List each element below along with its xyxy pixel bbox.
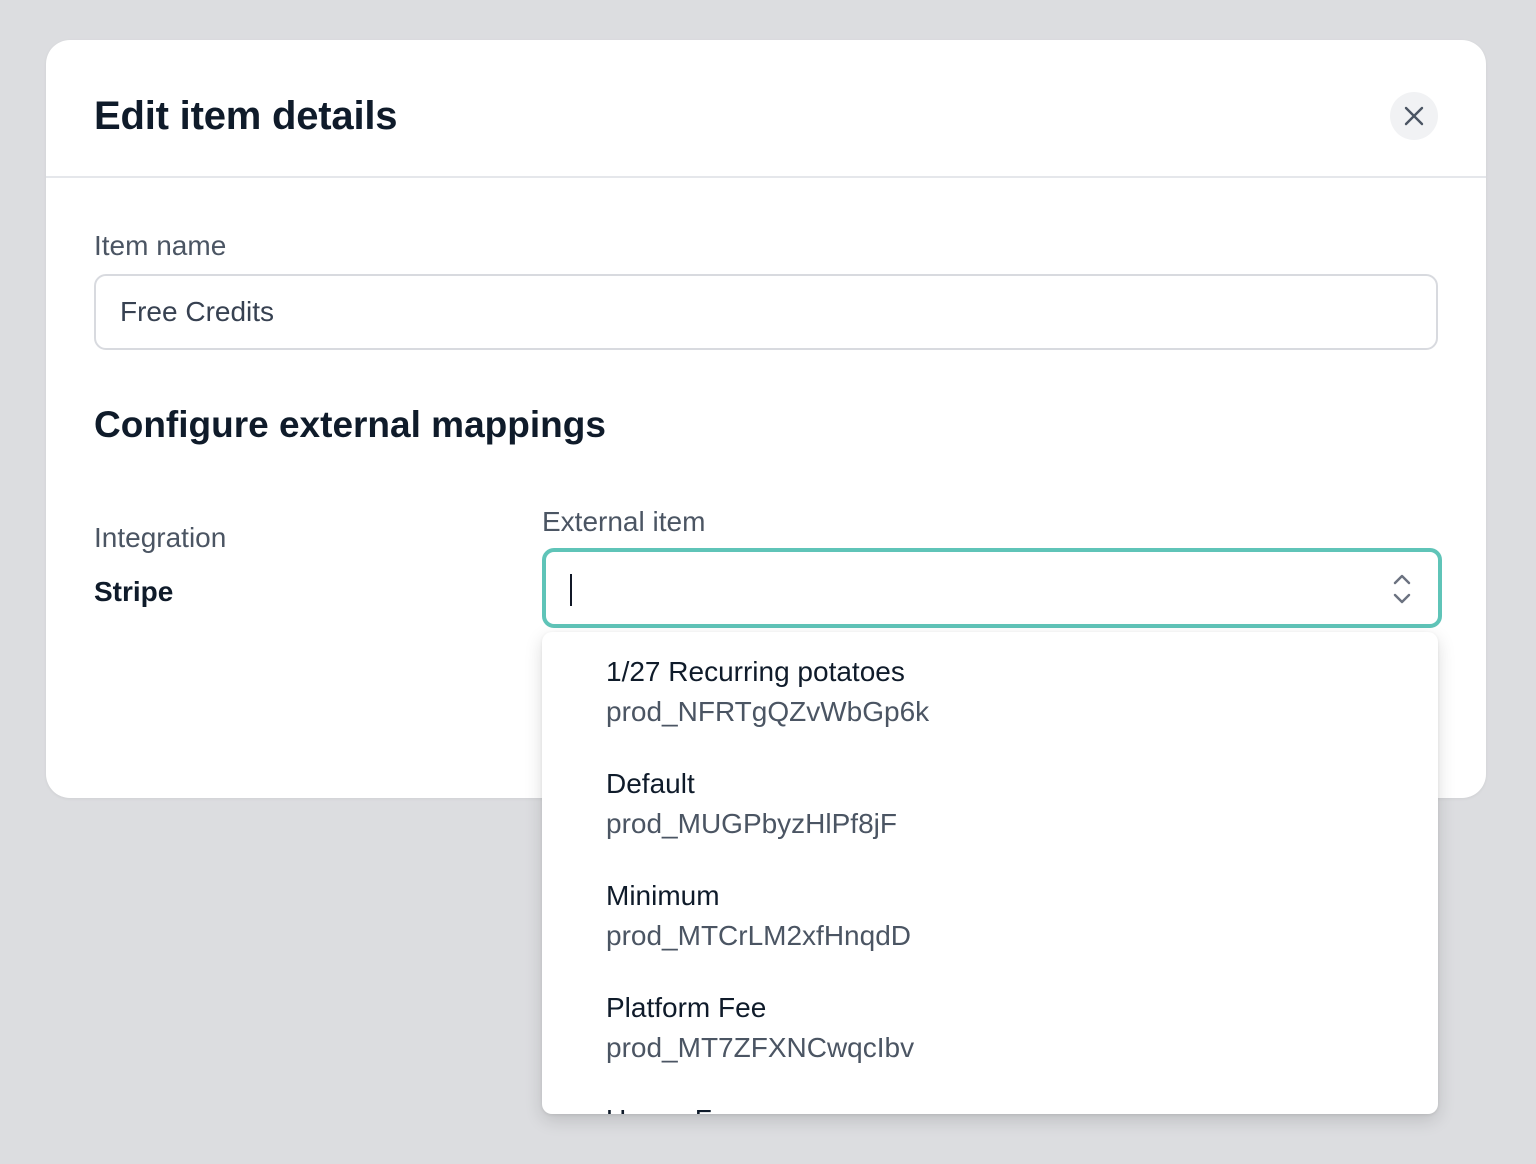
option-id: prod_MTCrLM2xfHnqdD bbox=[606, 920, 911, 951]
dropdown-option[interactable]: Default prod_MUGPbyzHlPf8jF bbox=[606, 754, 1406, 866]
option-id: prod_MT7ZFXNCwqcIbv bbox=[606, 1032, 915, 1063]
mappings-section-title: Configure external mappings bbox=[94, 404, 606, 445]
dropdown-option[interactable]: Platform Fee prod_MT7ZFXNCwqcIbv bbox=[606, 978, 1406, 1090]
option-name: Default bbox=[606, 768, 695, 799]
close-icon bbox=[1404, 106, 1424, 126]
external-item-combobox[interactable] bbox=[542, 548, 1442, 628]
dropdown-option[interactable]: 1/27 Recurring potatoes prod_NFRTgQZvWbG… bbox=[606, 642, 1406, 754]
integration-value: Stripe bbox=[94, 576, 174, 607]
option-name: Usage Fee bbox=[606, 1104, 743, 1114]
option-name: Platform Fee bbox=[606, 992, 767, 1023]
dropdown-option[interactable]: Usage Fee bbox=[606, 1090, 1406, 1114]
item-name-input[interactable] bbox=[94, 274, 1438, 350]
text-caret bbox=[570, 574, 572, 606]
modal-title: Edit item details bbox=[94, 94, 398, 138]
integration-label: Integration bbox=[94, 522, 227, 553]
option-name: Minimum bbox=[606, 880, 720, 911]
chevron-up-down-icon[interactable] bbox=[1392, 572, 1412, 606]
modal-header: Edit item details bbox=[46, 40, 1486, 178]
option-name: 1/27 Recurring potatoes bbox=[606, 656, 905, 687]
item-name-label: Item name bbox=[94, 230, 227, 261]
external-item-dropdown[interactable]: 1/27 Recurring potatoes prod_NFRTgQZvWbG… bbox=[542, 632, 1438, 1114]
dropdown-option[interactable]: Minimum prod_MTCrLM2xfHnqdD bbox=[606, 866, 1406, 978]
option-id: prod_MUGPbyzHlPf8jF bbox=[606, 808, 897, 839]
external-item-label: External item bbox=[542, 506, 706, 537]
option-id: prod_NFRTgQZvWbGp6k bbox=[606, 696, 930, 727]
close-button[interactable] bbox=[1390, 92, 1438, 140]
